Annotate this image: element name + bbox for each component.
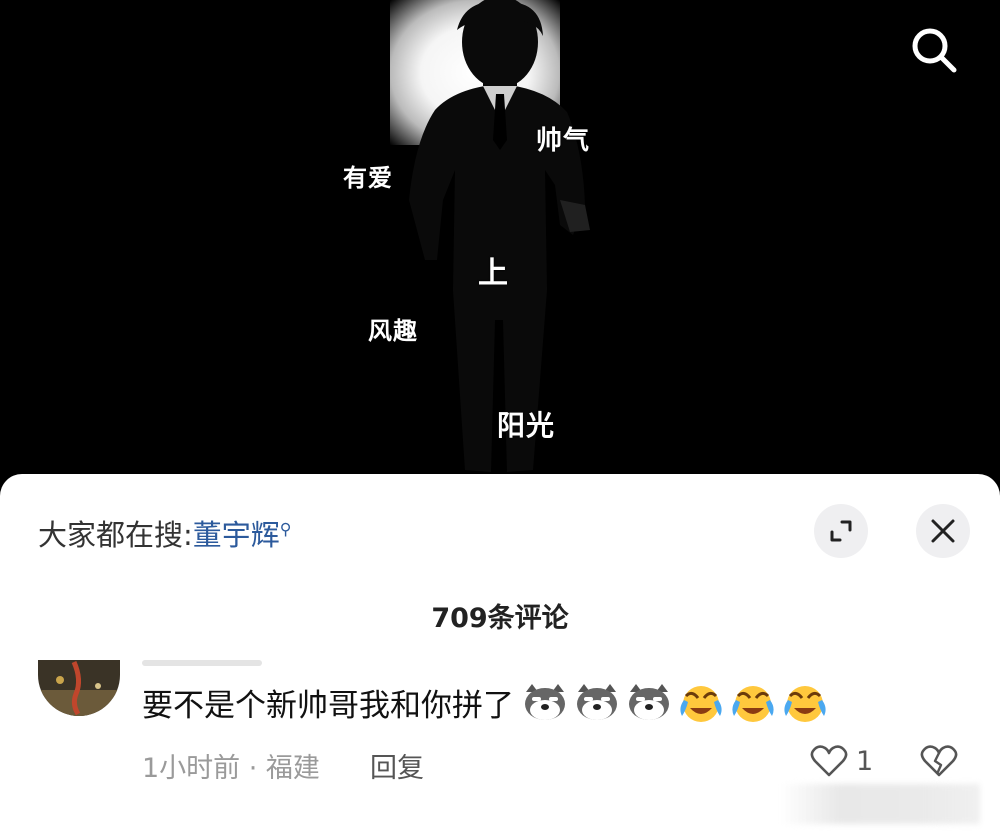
- comment-body: 要不是个新帅哥我和你拼了: [142, 688, 514, 724]
- expand-button[interactable]: [814, 504, 868, 558]
- comment-time-location: 1小时前 · 福建: [142, 753, 320, 784]
- broken-heart-icon: [920, 745, 958, 777]
- doge-icon: [629, 683, 669, 720]
- comment-count: 709条评论: [431, 603, 569, 634]
- doge-icon: [577, 683, 617, 720]
- tag-handsome: 帅气: [536, 126, 591, 156]
- search-icon[interactable]: [908, 24, 960, 76]
- watermark-blur: [780, 784, 980, 824]
- hot-search[interactable]: 大家都在搜:董宇辉⚲: [38, 512, 292, 554]
- reply-button[interactable]: 回复: [370, 746, 424, 785]
- emoji-row: [522, 682, 828, 724]
- laugh-cry-icon: [784, 685, 826, 722]
- tag-motivated: 上: [478, 256, 509, 291]
- tag-loving: 有爱: [343, 164, 393, 192]
- expand-icon: [830, 520, 852, 542]
- comment-sheet: 大家都在搜:董宇辉⚲ 709条评论 要不是个新帅哥我和你拼了 1小时前 · 福建…: [0, 474, 1000, 834]
- laugh-cry-icon: [680, 685, 722, 722]
- username-blurred: [142, 660, 262, 666]
- comment-text: 要不是个新帅哥我和你拼了: [142, 680, 828, 725]
- heart-icon: [810, 745, 848, 777]
- close-icon: [931, 519, 955, 543]
- laugh-cry-icon: [732, 685, 774, 722]
- avatar[interactable]: [38, 660, 120, 716]
- small-search-icon: ⚲: [279, 519, 292, 539]
- video-player[interactable]: 帅气 有爱 上 风趣 阳光: [0, 0, 1000, 500]
- doge-icon: [525, 683, 565, 720]
- tag-sunny: 阳光: [497, 409, 556, 442]
- hot-search-prefix: 大家都在搜:: [38, 518, 193, 552]
- like-count: 1: [856, 745, 874, 777]
- tag-humorous: 风趣: [368, 317, 418, 345]
- hot-search-term[interactable]: 董宇辉: [193, 518, 280, 552]
- comment-item[interactable]: 要不是个新帅哥我和你拼了 1小时前 · 福建 回复 1: [0, 660, 1000, 834]
- like-button[interactable]: 1: [810, 744, 873, 778]
- close-button[interactable]: [916, 504, 970, 558]
- dislike-button[interactable]: [920, 744, 958, 782]
